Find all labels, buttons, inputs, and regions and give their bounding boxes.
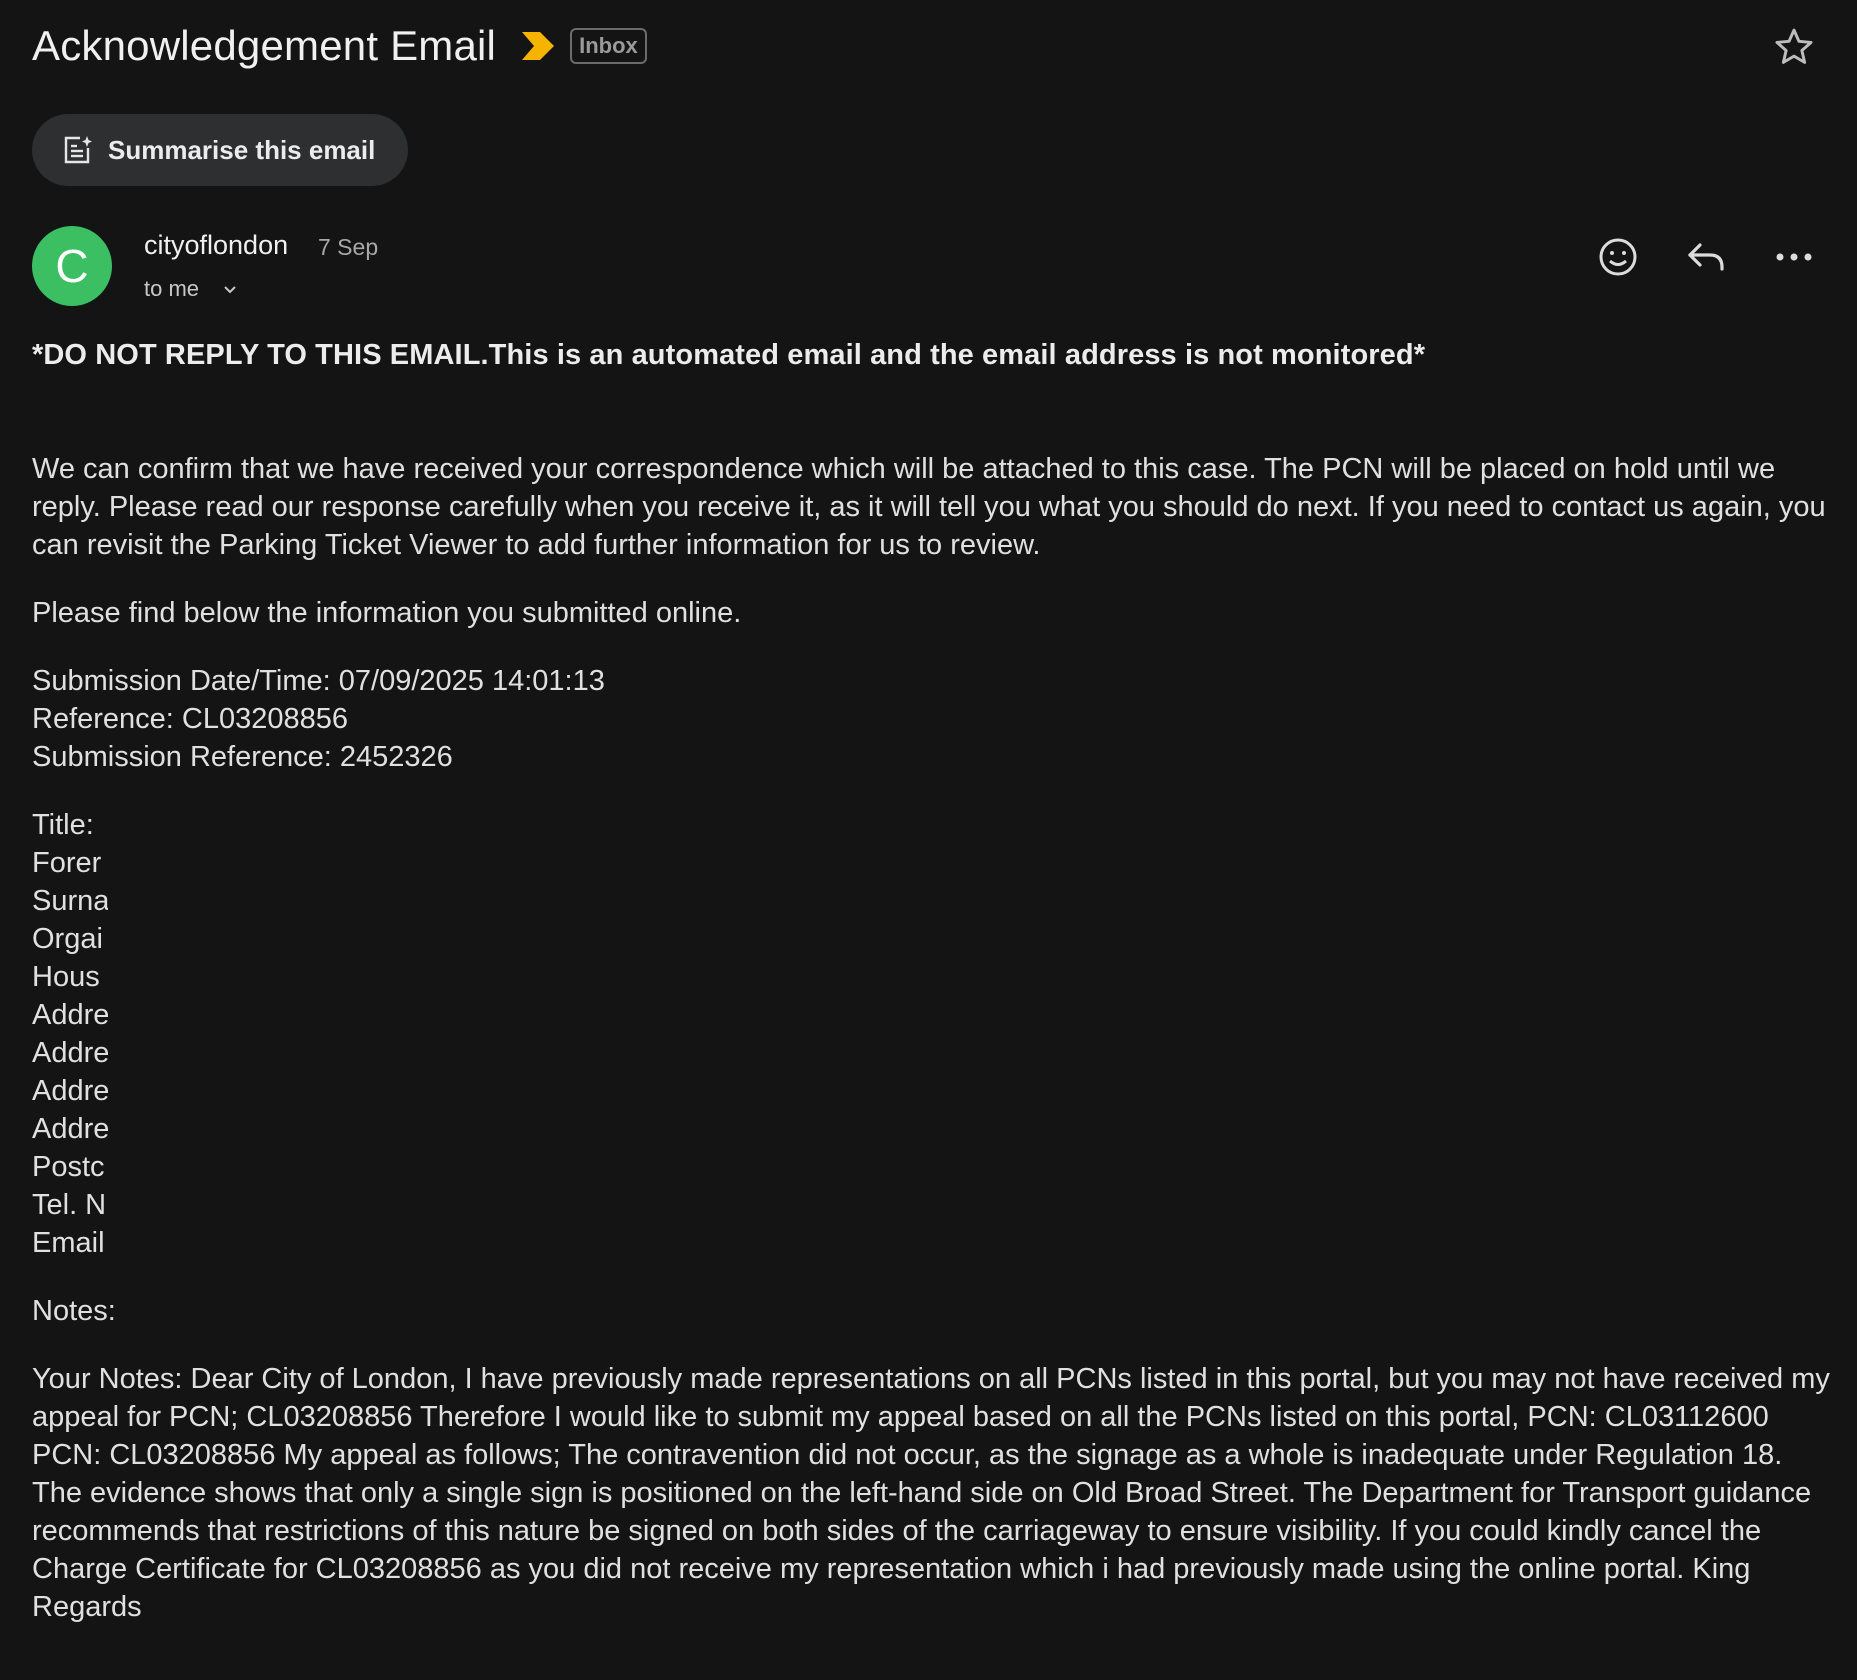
no-reply-warning: *DO NOT REPLY TO THIS EMAIL.This is an a… xyxy=(32,339,1426,371)
field-house: Hous xyxy=(32,961,100,993)
reference-line: Reference: CL03208856 xyxy=(32,703,349,735)
emoji-react-icon[interactable] xyxy=(1587,226,1649,288)
field-email: Email xyxy=(32,1227,105,1259)
message-actions xyxy=(1561,226,1825,288)
sender-header: C cityoflondon 7 Sep to me xyxy=(32,224,1825,308)
field-address-4: Addre xyxy=(32,1113,108,1145)
reply-icon[interactable] xyxy=(1675,226,1737,288)
confirmation-paragraph: We can confirm that we have received you… xyxy=(32,453,1826,561)
field-organisation: Orgai xyxy=(32,923,103,955)
important-marker-icon[interactable] xyxy=(520,30,556,62)
chevron-down-icon xyxy=(224,286,236,294)
field-address-1: Addre xyxy=(32,999,108,1031)
star-icon[interactable] xyxy=(1769,22,1819,72)
email-body: *DO NOT REPLY TO THIS EMAIL.This is an a… xyxy=(32,336,1832,1626)
summarise-label: Summarise this email xyxy=(108,134,376,165)
more-options-icon[interactable] xyxy=(1763,226,1825,288)
avatar[interactable]: C xyxy=(32,226,112,306)
field-tel: Tel. N xyxy=(32,1189,107,1221)
field-address-2: Addre xyxy=(32,1037,108,1069)
email-date: 7 Sep xyxy=(318,234,379,260)
field-title: Title: xyxy=(32,809,94,841)
field-postcode: Postc xyxy=(32,1151,105,1183)
summarise-email-button[interactable]: Summarise this email xyxy=(32,114,408,186)
submitted-fields: Title: Forer Surna Orgai Hous Addre Addr… xyxy=(32,806,108,1262)
email-subject: Acknowledgement Email xyxy=(32,22,497,69)
your-notes-paragraph: Your Notes: Dear City of London, I have … xyxy=(32,1363,1830,1623)
submission-reference-line: Submission Reference: 2452326 xyxy=(32,741,453,773)
field-surname: Surna xyxy=(32,885,108,917)
sender-name[interactable]: cityoflondon xyxy=(144,230,288,261)
subject-row: Acknowledgement Email Inbox xyxy=(32,16,1825,76)
field-address-3: Addre xyxy=(32,1075,108,1107)
inbox-label-chip[interactable]: Inbox xyxy=(570,28,647,64)
email-view: Acknowledgement Email Inbox Summarise th… xyxy=(0,0,1857,1680)
field-forename: Forer xyxy=(32,847,102,879)
recipients-label: to me xyxy=(144,276,200,301)
find-below-paragraph: Please find below the information you su… xyxy=(32,597,742,629)
notes-label: Notes: xyxy=(32,1295,116,1327)
submission-datetime: Submission Date/Time: 07/09/2025 14:01:1… xyxy=(32,665,605,697)
summarise-icon xyxy=(62,134,94,166)
recipients-toggle[interactable]: to me xyxy=(144,276,239,302)
